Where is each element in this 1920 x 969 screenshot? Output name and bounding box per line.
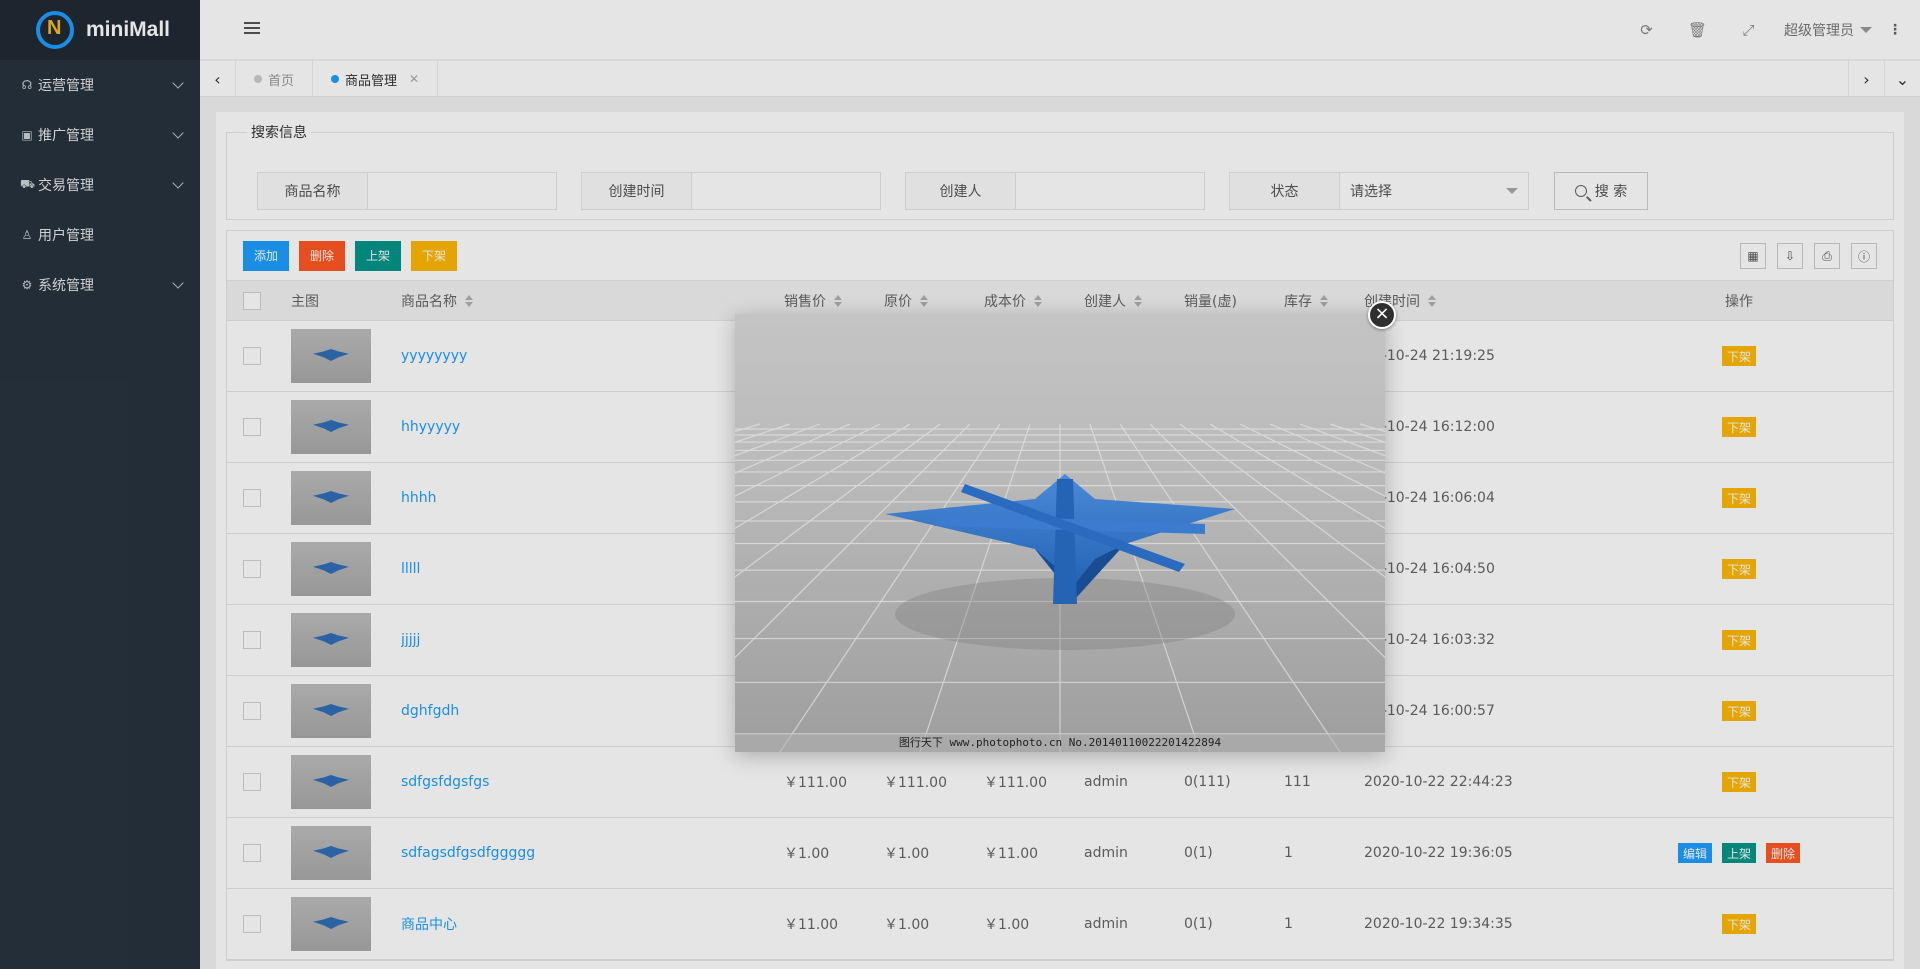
image-preview-modal: 图行天下 www.photophoto.cn No.20140110022201… bbox=[735, 314, 1385, 752]
close-modal-button[interactable]: × bbox=[1368, 301, 1396, 329]
image-caption: 图行天下 www.photophoto.cn No.20140110022201… bbox=[898, 736, 1222, 749]
preview-image bbox=[735, 314, 1385, 752]
